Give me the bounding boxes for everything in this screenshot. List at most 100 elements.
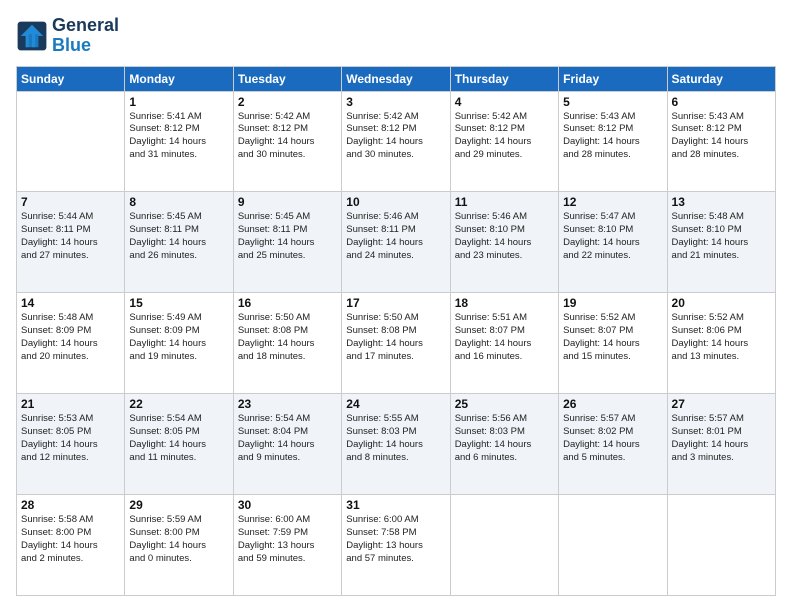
calendar-cell: 5Sunrise: 5:43 AM Sunset: 8:12 PM Daylig… — [559, 91, 667, 192]
calendar-cell: 24 Sunrise: 5:55 AM Sunset: 8:03 PM Dayli… — [342, 394, 450, 495]
calendar-cell: 10 Sunrise: 5:46 AM Sunset: 8:11 PM Dayli… — [342, 192, 450, 293]
calendar-cell: 23 Sunrise: 5:54 AM Sunset: 8:04 PM Dayli… — [233, 394, 341, 495]
calendar-cell: 27 Sunrise: 5:57 AM Sunset: 8:01 PM Dayli… — [667, 394, 775, 495]
day-info: Sunrise: 5:46 AM Sunset: 8:11 PM Dayligh… — [346, 211, 445, 262]
day-number: 27 — [672, 397, 771, 411]
day-info: Sunrise: 5:50 AM Sunset: 8:08 PM Dayligh… — [238, 312, 337, 363]
calendar-cell: 8Sunrise: 5:45 AM Sunset: 8:11 PM Daylig… — [125, 192, 233, 293]
day-number: 12 — [563, 195, 662, 209]
calendar-cell: 7 Sunrise: 5:44 AM Sunset: 8:11 PM Daylig… — [17, 192, 125, 293]
day-info: Sunrise: 5:42 AM Sunset: 8:12 PM Dayligh… — [455, 111, 554, 162]
calendar-cell: 11 Sunrise: 5:46 AM Sunset: 8:10 PM Dayli… — [450, 192, 558, 293]
header: General Blue — [16, 16, 776, 56]
calendar-header-row: SundayMondayTuesdayWednesdayThursdayFrid… — [17, 66, 776, 91]
calendar-cell: 17Sunrise: 5:50 AM Sunset: 8:08 PM Dayli… — [342, 293, 450, 394]
calendar-cell: 12 Sunrise: 5:47 AM Sunset: 8:10 PM Dayli… — [559, 192, 667, 293]
calendar-cell: 6 Sunrise: 5:43 AM Sunset: 8:12 PM Daylig… — [667, 91, 775, 192]
day-number: 31 — [346, 498, 445, 512]
day-number: 3 — [346, 95, 445, 109]
calendar-cell: 16 Sunrise: 5:50 AM Sunset: 8:08 PM Dayli… — [233, 293, 341, 394]
calendar-cell: 14 Sunrise: 5:48 AM Sunset: 8:09 PM Dayli… — [17, 293, 125, 394]
logo-icon — [16, 20, 48, 52]
day-info: Sunrise: 5:59 AM Sunset: 8:00 PM Dayligh… — [129, 514, 228, 565]
day-number: 29 — [129, 498, 228, 512]
calendar-cell — [17, 91, 125, 192]
calendar-cell: 25 Sunrise: 5:56 AM Sunset: 8:03 PM Dayli… — [450, 394, 558, 495]
calendar-header-monday: Monday — [125, 66, 233, 91]
calendar-cell: 31 Sunrise: 6:00 AM Sunset: 7:58 PM Dayli… — [342, 495, 450, 596]
day-number: 24 — [346, 397, 445, 411]
day-info: Sunrise: 5:41 AM Sunset: 8:12 PM Dayligh… — [129, 111, 228, 162]
day-info: Sunrise: 5:56 AM Sunset: 8:03 PM Dayligh… — [455, 413, 554, 464]
day-number: 10 — [346, 195, 445, 209]
calendar-cell — [667, 495, 775, 596]
day-info: Sunrise: 5:51 AM Sunset: 8:07 PM Dayligh… — [455, 312, 554, 363]
day-info: Sunrise: 5:57 AM Sunset: 8:01 PM Dayligh… — [672, 413, 771, 464]
day-info: Sunrise: 5:44 AM Sunset: 8:11 PM Dayligh… — [21, 211, 120, 262]
calendar-cell: 18 Sunrise: 5:51 AM Sunset: 8:07 PM Dayli… — [450, 293, 558, 394]
calendar-week-row: 14 Sunrise: 5:48 AM Sunset: 8:09 PM Dayli… — [17, 293, 776, 394]
day-info: Sunrise: 5:58 AM Sunset: 8:00 PM Dayligh… — [21, 514, 120, 565]
day-info: Sunrise: 5:48 AM Sunset: 8:09 PM Dayligh… — [21, 312, 120, 363]
day-number: 7 — [21, 195, 120, 209]
calendar-cell: 2Sunrise: 5:42 AM Sunset: 8:12 PM Daylig… — [233, 91, 341, 192]
calendar-header-wednesday: Wednesday — [342, 66, 450, 91]
day-number: 25 — [455, 397, 554, 411]
day-info: Sunrise: 5:42 AM Sunset: 8:12 PM Dayligh… — [238, 111, 337, 162]
day-number: 16 — [238, 296, 337, 310]
calendar-cell: 3 Sunrise: 5:42 AM Sunset: 8:12 PM Daylig… — [342, 91, 450, 192]
day-info: Sunrise: 6:00 AM Sunset: 7:59 PM Dayligh… — [238, 514, 337, 565]
calendar-header-friday: Friday — [559, 66, 667, 91]
day-number: 19 — [563, 296, 662, 310]
day-info: Sunrise: 5:47 AM Sunset: 8:10 PM Dayligh… — [563, 211, 662, 262]
calendar-cell: 28 Sunrise: 5:58 AM Sunset: 8:00 PM Dayli… — [17, 495, 125, 596]
day-info: Sunrise: 5:53 AM Sunset: 8:05 PM Dayligh… — [21, 413, 120, 464]
day-number: 1 — [129, 95, 228, 109]
day-number: 6 — [672, 95, 771, 109]
day-info: Sunrise: 5:54 AM Sunset: 8:04 PM Dayligh… — [238, 413, 337, 464]
day-number: 11 — [455, 195, 554, 209]
calendar-cell: 20Sunrise: 5:52 AM Sunset: 8:06 PM Dayli… — [667, 293, 775, 394]
calendar-header-thursday: Thursday — [450, 66, 558, 91]
calendar-cell: 9 Sunrise: 5:45 AM Sunset: 8:11 PM Daylig… — [233, 192, 341, 293]
day-info: Sunrise: 5:54 AM Sunset: 8:05 PM Dayligh… — [129, 413, 228, 464]
day-info: Sunrise: 5:43 AM Sunset: 8:12 PM Dayligh… — [672, 111, 771, 162]
day-info: Sunrise: 5:50 AM Sunset: 8:08 PM Dayligh… — [346, 312, 445, 363]
day-number: 23 — [238, 397, 337, 411]
calendar-cell: 21 Sunrise: 5:53 AM Sunset: 8:05 PM Dayli… — [17, 394, 125, 495]
calendar-week-row: 1 Sunrise: 5:41 AM Sunset: 8:12 PM Daylig… — [17, 91, 776, 192]
day-info: Sunrise: 6:00 AM Sunset: 7:58 PM Dayligh… — [346, 514, 445, 565]
day-info: Sunrise: 5:52 AM Sunset: 8:07 PM Dayligh… — [563, 312, 662, 363]
calendar-cell: 1 Sunrise: 5:41 AM Sunset: 8:12 PM Daylig… — [125, 91, 233, 192]
logo: General Blue — [16, 16, 119, 56]
day-info: Sunrise: 5:42 AM Sunset: 8:12 PM Dayligh… — [346, 111, 445, 162]
calendar-header-tuesday: Tuesday — [233, 66, 341, 91]
day-number: 21 — [21, 397, 120, 411]
day-info: Sunrise: 5:49 AM Sunset: 8:09 PM Dayligh… — [129, 312, 228, 363]
day-info: Sunrise: 5:55 AM Sunset: 8:03 PM Dayligh… — [346, 413, 445, 464]
day-number: 4 — [455, 95, 554, 109]
calendar-cell: 30 Sunrise: 6:00 AM Sunset: 7:59 PM Dayli… — [233, 495, 341, 596]
day-number: 14 — [21, 296, 120, 310]
calendar-header-sunday: Sunday — [17, 66, 125, 91]
day-info: Sunrise: 5:57 AM Sunset: 8:02 PM Dayligh… — [563, 413, 662, 464]
day-number: 15 — [129, 296, 228, 310]
day-number: 30 — [238, 498, 337, 512]
calendar-cell — [559, 495, 667, 596]
day-number: 9 — [238, 195, 337, 209]
calendar-cell: 29 Sunrise: 5:59 AM Sunset: 8:00 PM Dayli… — [125, 495, 233, 596]
calendar-cell: 15 Sunrise: 5:49 AM Sunset: 8:09 PM Dayli… — [125, 293, 233, 394]
calendar-cell: 22 Sunrise: 5:54 AM Sunset: 8:05 PM Dayli… — [125, 394, 233, 495]
day-number: 28 — [21, 498, 120, 512]
calendar-week-row: 28 Sunrise: 5:58 AM Sunset: 8:00 PM Dayli… — [17, 495, 776, 596]
calendar: SundayMondayTuesdayWednesdayThursdayFrid… — [16, 66, 776, 596]
day-info: Sunrise: 5:48 AM Sunset: 8:10 PM Dayligh… — [672, 211, 771, 262]
calendar-week-row: 7 Sunrise: 5:44 AM Sunset: 8:11 PM Daylig… — [17, 192, 776, 293]
calendar-cell — [450, 495, 558, 596]
calendar-week-row: 21 Sunrise: 5:53 AM Sunset: 8:05 PM Dayli… — [17, 394, 776, 495]
day-number: 18 — [455, 296, 554, 310]
day-number: 22 — [129, 397, 228, 411]
day-number: 13 — [672, 195, 771, 209]
day-info: Sunrise: 5:45 AM Sunset: 8:11 PM Dayligh… — [238, 211, 337, 262]
day-info: Sunrise: 5:46 AM Sunset: 8:10 PM Dayligh… — [455, 211, 554, 262]
